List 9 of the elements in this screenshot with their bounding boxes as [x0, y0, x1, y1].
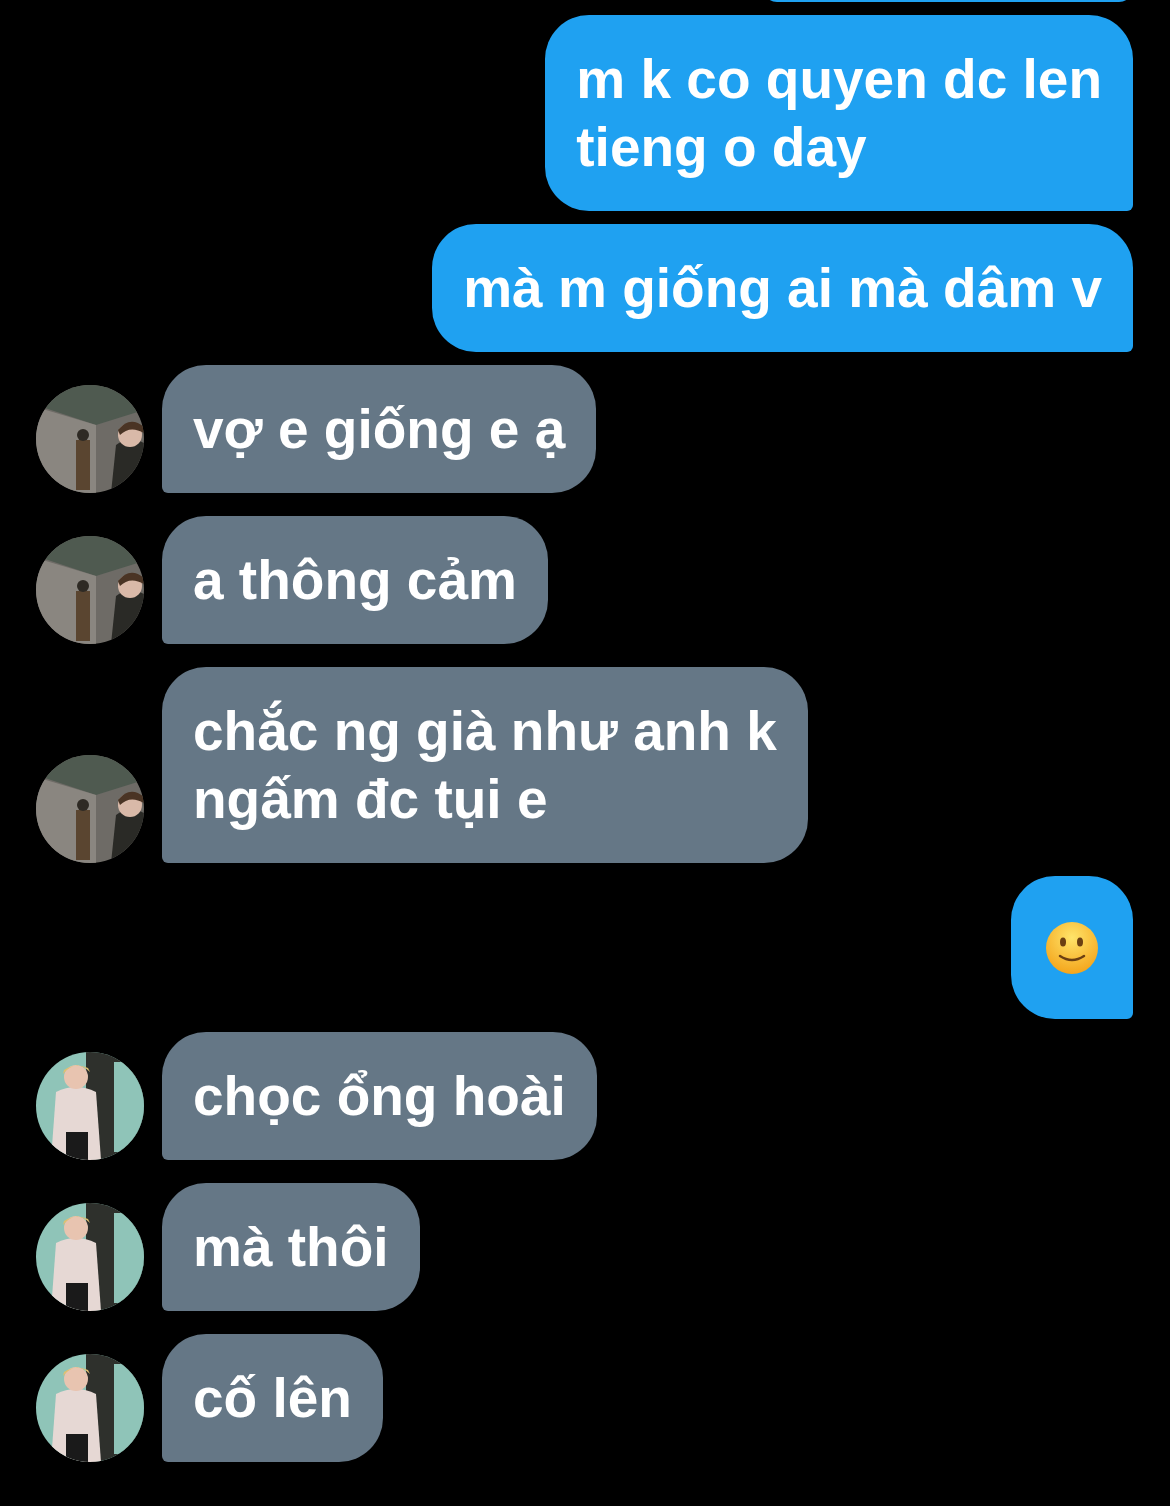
- message-text: mà m giống ai mà dâm v: [463, 256, 1102, 321]
- message-text: m k co quyen dc len tieng o day: [576, 47, 1102, 180]
- message-text: mà thôi: [193, 1215, 389, 1280]
- message-text: vợ e giống e ạ: [193, 397, 566, 462]
- smiley-icon: [1045, 921, 1099, 975]
- message-text: chắc ng già như anh k ngấm đc tụi e: [193, 699, 777, 832]
- message-text: cố lên: [193, 1366, 352, 1431]
- message-text: a thông cảm: [193, 548, 517, 613]
- message-text: chọc ổng hoài: [193, 1064, 566, 1129]
